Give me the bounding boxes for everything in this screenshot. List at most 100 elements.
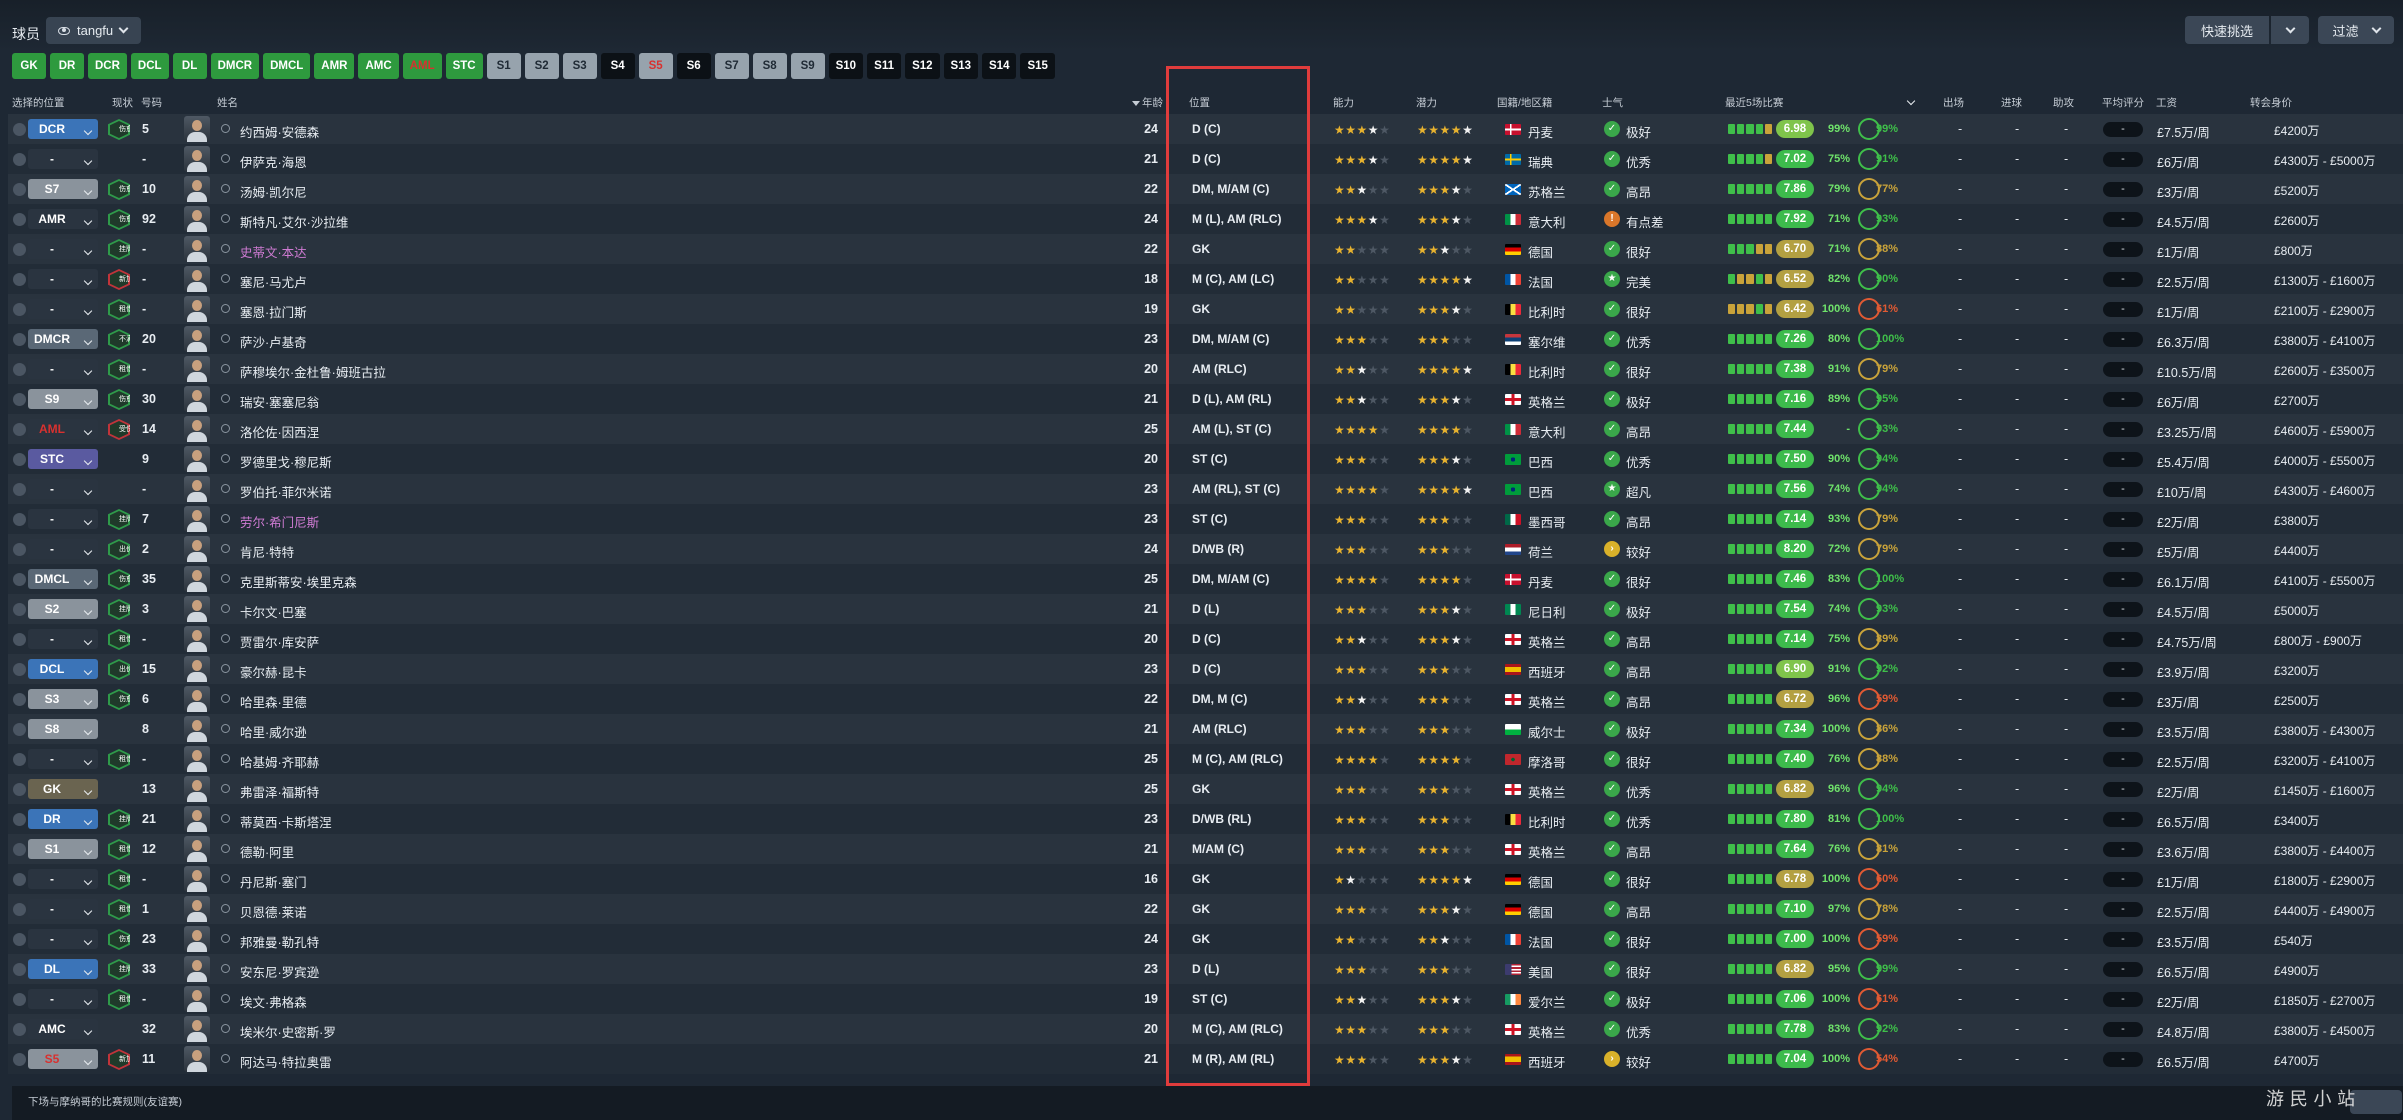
table-row[interactable]: DL 挂牌 33 安东尼·罗宾逊 23 D (L) ★★★★★ ★★★★★ 美国 ✓ 很好 6.82 9… (8, 954, 2403, 984)
position-tab-dcl[interactable]: DCL (130, 53, 169, 79)
player-name[interactable]: 斯特凡·艾尔·沙拉维 (240, 212, 348, 231)
table-row[interactable]: S3 伤愈 6 哈里森·里德 22 DM, M (C) ★★★★★ ★★★★★ 英格兰 ✓ 高昂 6.… (8, 684, 2403, 714)
player-name[interactable]: 罗伯托·菲尔米诺 (240, 482, 332, 501)
col-nation[interactable]: 国籍/地区籍 (1497, 95, 1552, 110)
table-row[interactable]: STC 9 罗德里戈·穆尼斯 20 ST (C) ★★★★★ ★★★★★ 巴西 ✓ 优秀 7.50 9… (8, 444, 2403, 474)
row-checkbox[interactable] (13, 963, 26, 976)
position-tab-s14[interactable]: S14 (982, 53, 1017, 79)
player-name[interactable]: 罗德里戈·穆尼斯 (240, 452, 332, 471)
selected-position-dropdown[interactable]: - (28, 239, 98, 259)
player-name[interactable]: 塞恩·拉门斯 (240, 302, 307, 321)
position-tab-s4[interactable]: S4 (600, 53, 635, 79)
player-name[interactable]: 德勒·阿里 (240, 842, 294, 861)
selected-position-dropdown[interactable]: DCL (28, 659, 98, 679)
row-checkbox[interactable] (13, 1053, 26, 1066)
player-name[interactable]: 哈基姆·齐耶赫 (240, 752, 319, 771)
position-tab-gk[interactable]: GK (12, 53, 46, 79)
col-name[interactable]: 姓名 (217, 95, 238, 110)
player-name[interactable]: 瑞安·塞塞尼翁 (240, 392, 319, 411)
table-row[interactable]: S9 伤愈 30 瑞安·塞塞尼翁 21 D (L), AM (RL) ★★★★★ ★★★★★ 英… (8, 384, 2403, 414)
position-tab-dcr[interactable]: DCR (88, 53, 127, 79)
col-number[interactable]: 号码 (141, 95, 162, 110)
table-row[interactable]: AMC 32 埃米尔·史密斯·罗 20 M (C), AM (RLC) ★★★★★ ★★★★… (8, 1014, 2403, 1044)
player-name[interactable]: 丹尼斯·塞门 (240, 872, 307, 891)
row-checkbox[interactable] (13, 423, 26, 436)
row-checkbox[interactable] (13, 363, 26, 376)
selected-position-dropdown[interactable]: - (28, 299, 98, 319)
table-row[interactable]: S7 伤愈 10 汤姆·凯尔尼 22 DM, M/AM (C) ★★★★★ ★★★★★ 苏格兰 ✓… (8, 174, 2403, 204)
col-age[interactable]: 年龄 (1132, 95, 1163, 110)
position-tab-s3[interactable]: S3 (562, 53, 597, 79)
table-row[interactable]: - - 伊萨克·海恩 21 D (C) ★★★★★ ★★★★★ 瑞典 ✓ 优秀 7.02 75% 91%… (8, 144, 2403, 174)
col-wage[interactable]: 工资 (2156, 95, 2177, 110)
col-last5[interactable]: 最近5场比赛 (1725, 95, 1783, 110)
position-tab-s12[interactable]: S12 (905, 53, 940, 79)
col-value[interactable]: 转会身价 (2250, 95, 2292, 110)
position-tab-dr[interactable]: DR (50, 53, 84, 79)
table-row[interactable]: DCR 伤愈 5 约西姆·安德森 24 D (C) ★★★★★ ★★★★★ 丹麦 ✓ 极好 6.98 9… (8, 114, 2403, 144)
selected-position-dropdown[interactable]: DMCL (28, 569, 98, 589)
row-checkbox[interactable] (13, 273, 26, 286)
selected-position-dropdown[interactable]: DMCR (28, 329, 98, 349)
row-checkbox[interactable] (13, 663, 26, 676)
position-tab-s2[interactable]: S2 (524, 53, 559, 79)
selected-position-dropdown[interactable]: AMC (28, 1019, 98, 1039)
table-row[interactable]: DCL 出价 15 豪尔赫·昆卡 23 D (C) ★★★★★ ★★★★★ 西班牙 ✓ 高昂 6.90… (8, 654, 2403, 684)
selected-position-dropdown[interactable]: S8 (28, 719, 98, 739)
row-checkbox[interactable] (13, 303, 26, 316)
position-tab-stc[interactable]: STC (445, 53, 483, 79)
position-tab-dmcl[interactable]: DMCL (263, 53, 311, 79)
selected-position-dropdown[interactable]: - (28, 149, 98, 169)
position-tab-aml[interactable]: AML (402, 53, 442, 79)
position-tab-s9[interactable]: S9 (790, 53, 825, 79)
player-name[interactable]: 塞尼·马尤卢 (240, 272, 307, 291)
player-name[interactable]: 伊萨克·海恩 (240, 152, 307, 171)
player-name[interactable]: 约西姆·安德森 (240, 122, 319, 141)
row-checkbox[interactable] (13, 153, 26, 166)
row-checkbox[interactable] (13, 573, 26, 586)
player-name[interactable]: 蒂莫西·卡斯塔涅 (240, 812, 332, 831)
player-name[interactable]: 贾雷尔·库安萨 (240, 632, 319, 651)
table-row[interactable]: - 伤愈 23 邦雅曼·勒孔特 24 GK ★★★★★ ★★★★★ 法国 ✓ 很好 7.00 100% 5… (8, 924, 2403, 954)
player-name[interactable]: 贝恩德·莱诺 (240, 902, 307, 921)
position-tab-s11[interactable]: S11 (867, 53, 902, 79)
selected-position-dropdown[interactable]: GK (28, 779, 98, 799)
selected-position-dropdown[interactable]: S3 (28, 689, 98, 709)
table-row[interactable]: S8 8 哈里·威尔逊 21 AM (RLC) ★★★★★ ★★★★★ 威尔士 ✓ 极好 7.34 1… (8, 714, 2403, 744)
selected-position-dropdown[interactable]: STC (28, 449, 98, 469)
selected-position-dropdown[interactable]: - (28, 269, 98, 289)
row-checkbox[interactable] (13, 183, 26, 196)
col-goals[interactable]: 进球 (2001, 95, 2022, 110)
row-checkbox[interactable] (13, 123, 26, 136)
col-position[interactable]: 位置 (1189, 95, 1210, 110)
player-name[interactable]: 哈里森·里德 (240, 692, 307, 711)
selected-position-dropdown[interactable]: - (28, 749, 98, 769)
row-checkbox[interactable] (13, 723, 26, 736)
selected-position-dropdown[interactable]: - (28, 929, 98, 949)
selected-position-dropdown[interactable]: - (28, 989, 98, 1009)
row-checkbox[interactable] (13, 333, 26, 346)
player-name[interactable]: 埃文·弗格森 (240, 992, 307, 1011)
selected-position-dropdown[interactable]: AMR (28, 209, 98, 229)
row-checkbox[interactable] (13, 813, 26, 826)
table-row[interactable]: - 租借 - 哈基姆·齐耶赫 25 M (C), AM (RLC) ★★★★★ ★★★★★ 摩洛… (8, 744, 2403, 774)
last5-chevron-icon[interactable] (1906, 95, 1916, 107)
table-row[interactable]: S5 新加入 11 阿达马·特拉奥雷 21 M (R), AM (RL) ★★★★★ ★★★★… (8, 1044, 2403, 1074)
row-checkbox[interactable] (13, 243, 26, 256)
table-row[interactable]: - 租借 - 塞恩·拉门斯 19 GK ★★★★★ ★★★★★ 比利时 ✓ 很好 6.42 100% 61… (8, 294, 2403, 324)
player-name[interactable]: 史蒂文·本达 (240, 242, 307, 261)
selected-position-dropdown[interactable]: DR (28, 809, 98, 829)
table-row[interactable]: - 挂牌 7 劳尔·希门尼斯 23 ST (C) ★★★★★ ★★★★★ 墨西哥 ✓ 高昂 7.14 9… (8, 504, 2403, 534)
player-name[interactable]: 汤姆·凯尔尼 (240, 182, 307, 201)
position-tab-s13[interactable]: S13 (943, 53, 979, 79)
position-tab-s8[interactable]: S8 (752, 53, 787, 79)
col-potential[interactable]: 潜力 (1416, 95, 1437, 110)
position-tab-s15[interactable]: S15 (1020, 53, 1055, 79)
table-row[interactable]: - 租借 - 埃文·弗格森 19 ST (C) ★★★★★ ★★★★★ 爱尔兰 ✓ 极好 7.06 10… (8, 984, 2403, 1014)
position-tab-amc[interactable]: AMC (358, 53, 399, 79)
selected-position-dropdown[interactable]: - (28, 899, 98, 919)
table-row[interactable]: AMR 伤愈 92 斯特凡·艾尔·沙拉维 24 M (L), AM (RLC) ★★★★★ ★… (8, 204, 2403, 234)
row-checkbox[interactable] (13, 213, 26, 226)
selected-position-dropdown[interactable]: - (28, 869, 98, 889)
player-name[interactable]: 萨穆埃尔·金杜鲁·姆班古拉 (240, 362, 386, 381)
